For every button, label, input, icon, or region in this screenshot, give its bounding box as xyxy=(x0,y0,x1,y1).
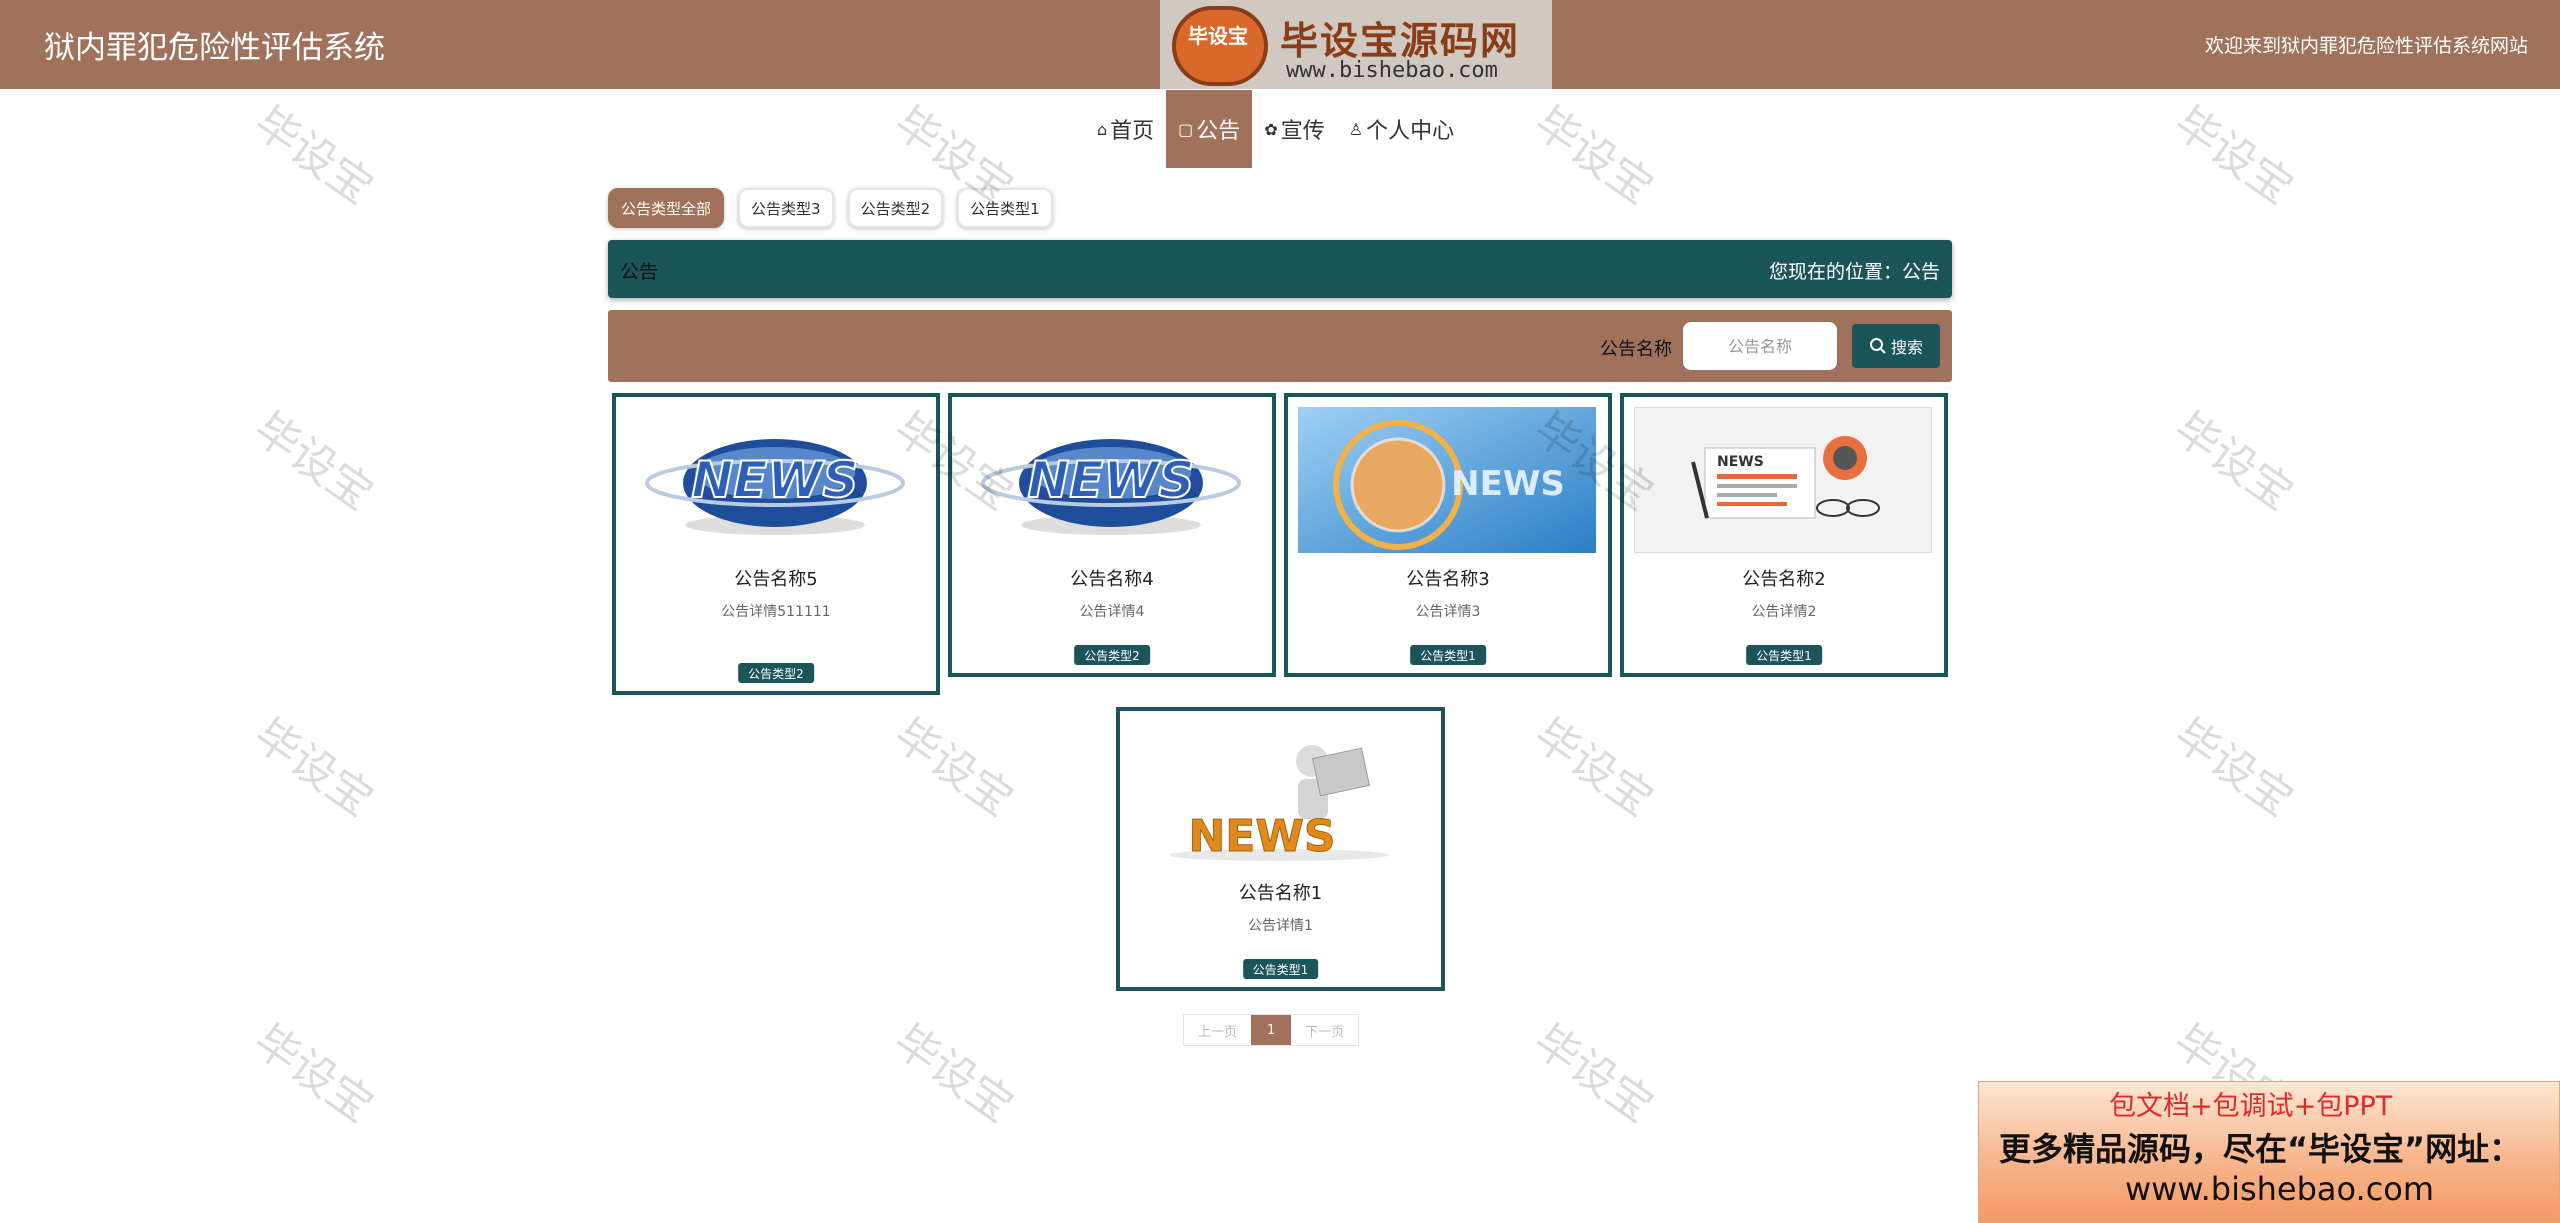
nav-item-home[interactable]: ⌂ 首页 xyxy=(1085,90,1166,168)
promo-line-3: www.bishebao.com xyxy=(2125,1170,2435,1208)
page-number-button[interactable]: 1 xyxy=(1251,1015,1292,1045)
watermark-text: 毕设宝 xyxy=(244,1014,383,1133)
filter-type-3[interactable]: 公告类型3 xyxy=(738,188,834,228)
svg-text:NEWS: NEWS xyxy=(691,451,858,509)
pagination: 上一页 1 下一页 xyxy=(1183,1014,1360,1046)
breadcrumb: 您现在的位置：公告 xyxy=(1768,261,1940,283)
card-detail: 公告详情4 xyxy=(1079,604,1145,620)
search-bar: 公告名称 搜索 xyxy=(608,310,1952,382)
section-title-bar: 公告 您现在的位置：公告 xyxy=(608,240,1952,298)
card-title: 公告名称4 xyxy=(1070,569,1154,590)
filter-all[interactable]: 公告类型全部 xyxy=(608,188,725,228)
card-detail: 公告详情511111 xyxy=(721,604,831,620)
card-detail: 公告详情1 xyxy=(1248,918,1313,934)
search-label: 公告名称 xyxy=(1600,339,1672,360)
card-type-tag: 公告类型1 xyxy=(1242,959,1319,979)
announcement-card[interactable]: NEWS 公告名称1 公告详情1 公告类型1 xyxy=(1116,707,1445,991)
card-detail: 公告详情3 xyxy=(1415,604,1481,620)
nav-label: 个人中心 xyxy=(1366,119,1455,144)
flower-icon: ✿ xyxy=(1264,119,1278,139)
card-detail: 公告详情2 xyxy=(1751,604,1817,620)
news-paper-image: NEWS xyxy=(1634,407,1932,553)
user-icon: ♙ xyxy=(1348,119,1364,139)
promo-line-1: 包文档+包调试+包PPT xyxy=(2109,1091,2393,1122)
home-icon: ⌂ xyxy=(1097,119,1108,139)
nav-label: 公告 xyxy=(1196,119,1241,144)
filter-type-1[interactable]: 公告类型1 xyxy=(957,188,1053,228)
watermark-text: 毕设宝 xyxy=(244,402,383,521)
promo-banner: 包文档+包调试+包PPT 更多精品源码，尽在“毕设宝”网址： www.bishe… xyxy=(1978,1081,2560,1223)
watermark-text: 毕设宝 xyxy=(2164,402,2303,521)
card-title: 公告名称3 xyxy=(1406,569,1490,590)
type-filter-bar: 公告类型全部 公告类型3 公告类型2 公告类型1 xyxy=(608,188,1053,228)
card-title: 公告名称1 xyxy=(1238,883,1323,904)
watermark-text: 毕设宝 xyxy=(1524,96,1663,215)
card-type-tag: 公告类型2 xyxy=(738,663,814,683)
next-page-button[interactable]: 下一页 xyxy=(1291,1015,1359,1045)
card-type-tag: 公告类型1 xyxy=(1410,645,1486,665)
news-figure-image: NEWS xyxy=(1130,721,1428,867)
nav-item-promotion[interactable]: ✿ 宣传 xyxy=(1252,90,1336,168)
search-input[interactable] xyxy=(1683,322,1837,370)
announcement-card[interactable]: NEWS 公告名称4 公告详情4 公告类型2 xyxy=(948,393,1276,677)
filter-type-2[interactable]: 公告类型2 xyxy=(847,188,944,228)
card-title: 公告名称5 xyxy=(734,569,818,590)
top-header: 狱内罪犯危险性评估系统 毕设宝 毕设宝源码网 www.bishebao.com … xyxy=(0,0,2560,89)
card-type-tag: 公告类型2 xyxy=(1074,645,1150,665)
watermark-text: 毕设宝 xyxy=(1524,1014,1663,1133)
watermark-text: 毕设宝 xyxy=(244,708,383,827)
logo-url: www.bishebao.com xyxy=(1286,58,1498,83)
logo-emblem-text: 毕设宝 xyxy=(1188,24,1248,48)
search-icon xyxy=(1869,338,1886,354)
watermark-text: 毕设宝 xyxy=(2164,96,2303,215)
nav-label: 首页 xyxy=(1110,119,1155,144)
nav-label: 宣传 xyxy=(1280,119,1325,144)
note-icon: ▢ xyxy=(1178,119,1194,139)
main-nav: ⌂ 首页 ▢ 公告 ✿ 宣传 ♙ 个人中心 xyxy=(1085,90,1466,168)
watermark-logo: 毕设宝 毕设宝源码网 www.bishebao.com xyxy=(1160,0,1552,89)
nav-item-personal-center[interactable]: ♙ 个人中心 xyxy=(1337,90,1466,168)
announcement-card[interactable]: NEWS 公告名称2 公告详情2 公告类型1 xyxy=(1620,393,1948,677)
search-button-label: 搜索 xyxy=(1890,338,1923,357)
logo-name: 毕设宝源码网 xyxy=(1280,19,1521,63)
news-globe-image: NEWS xyxy=(626,407,924,553)
news-globe-image: NEWS xyxy=(962,407,1260,553)
search-button[interactable]: 搜索 xyxy=(1852,324,1940,368)
logo-emblem-icon: 毕设宝 xyxy=(1172,6,1268,86)
announcement-card[interactable]: NEWS 公告名称5 公告详情511111 公告类型2 xyxy=(612,393,940,695)
watermark-text: 毕设宝 xyxy=(2164,708,2303,827)
watermark-text: 毕设宝 xyxy=(244,96,383,215)
announcement-card[interactable]: NEWS 公告名称3 公告详情3 公告类型1 xyxy=(1284,393,1612,677)
prev-page-button[interactable]: 上一页 xyxy=(1184,1015,1252,1045)
card-title: 公告名称2 xyxy=(1742,569,1826,590)
welcome-text: 欢迎来到狱内罪犯危险性评估系统网站 xyxy=(2204,35,2528,57)
site-title: 狱内罪犯危险性评估系统 xyxy=(44,30,385,66)
svg-text:NEWS: NEWS xyxy=(1451,464,1565,504)
promo-line-2: 更多精品源码，尽在“毕设宝”网址： xyxy=(1999,1130,2522,1168)
svg-text:NEWS: NEWS xyxy=(1717,454,1764,470)
news-broadcast-image: NEWS xyxy=(1298,407,1596,553)
section-title: 公告 xyxy=(620,261,659,283)
watermark-text: 毕设宝 xyxy=(1524,708,1663,827)
svg-text:NEWS: NEWS xyxy=(1027,451,1194,509)
watermark-text: 毕设宝 xyxy=(884,1014,1023,1133)
svg-text:NEWS: NEWS xyxy=(1188,811,1335,862)
watermark-text: 毕设宝 xyxy=(884,708,1023,827)
card-type-tag: 公告类型1 xyxy=(1746,645,1822,665)
nav-item-announcement[interactable]: ▢ 公告 xyxy=(1166,90,1253,168)
